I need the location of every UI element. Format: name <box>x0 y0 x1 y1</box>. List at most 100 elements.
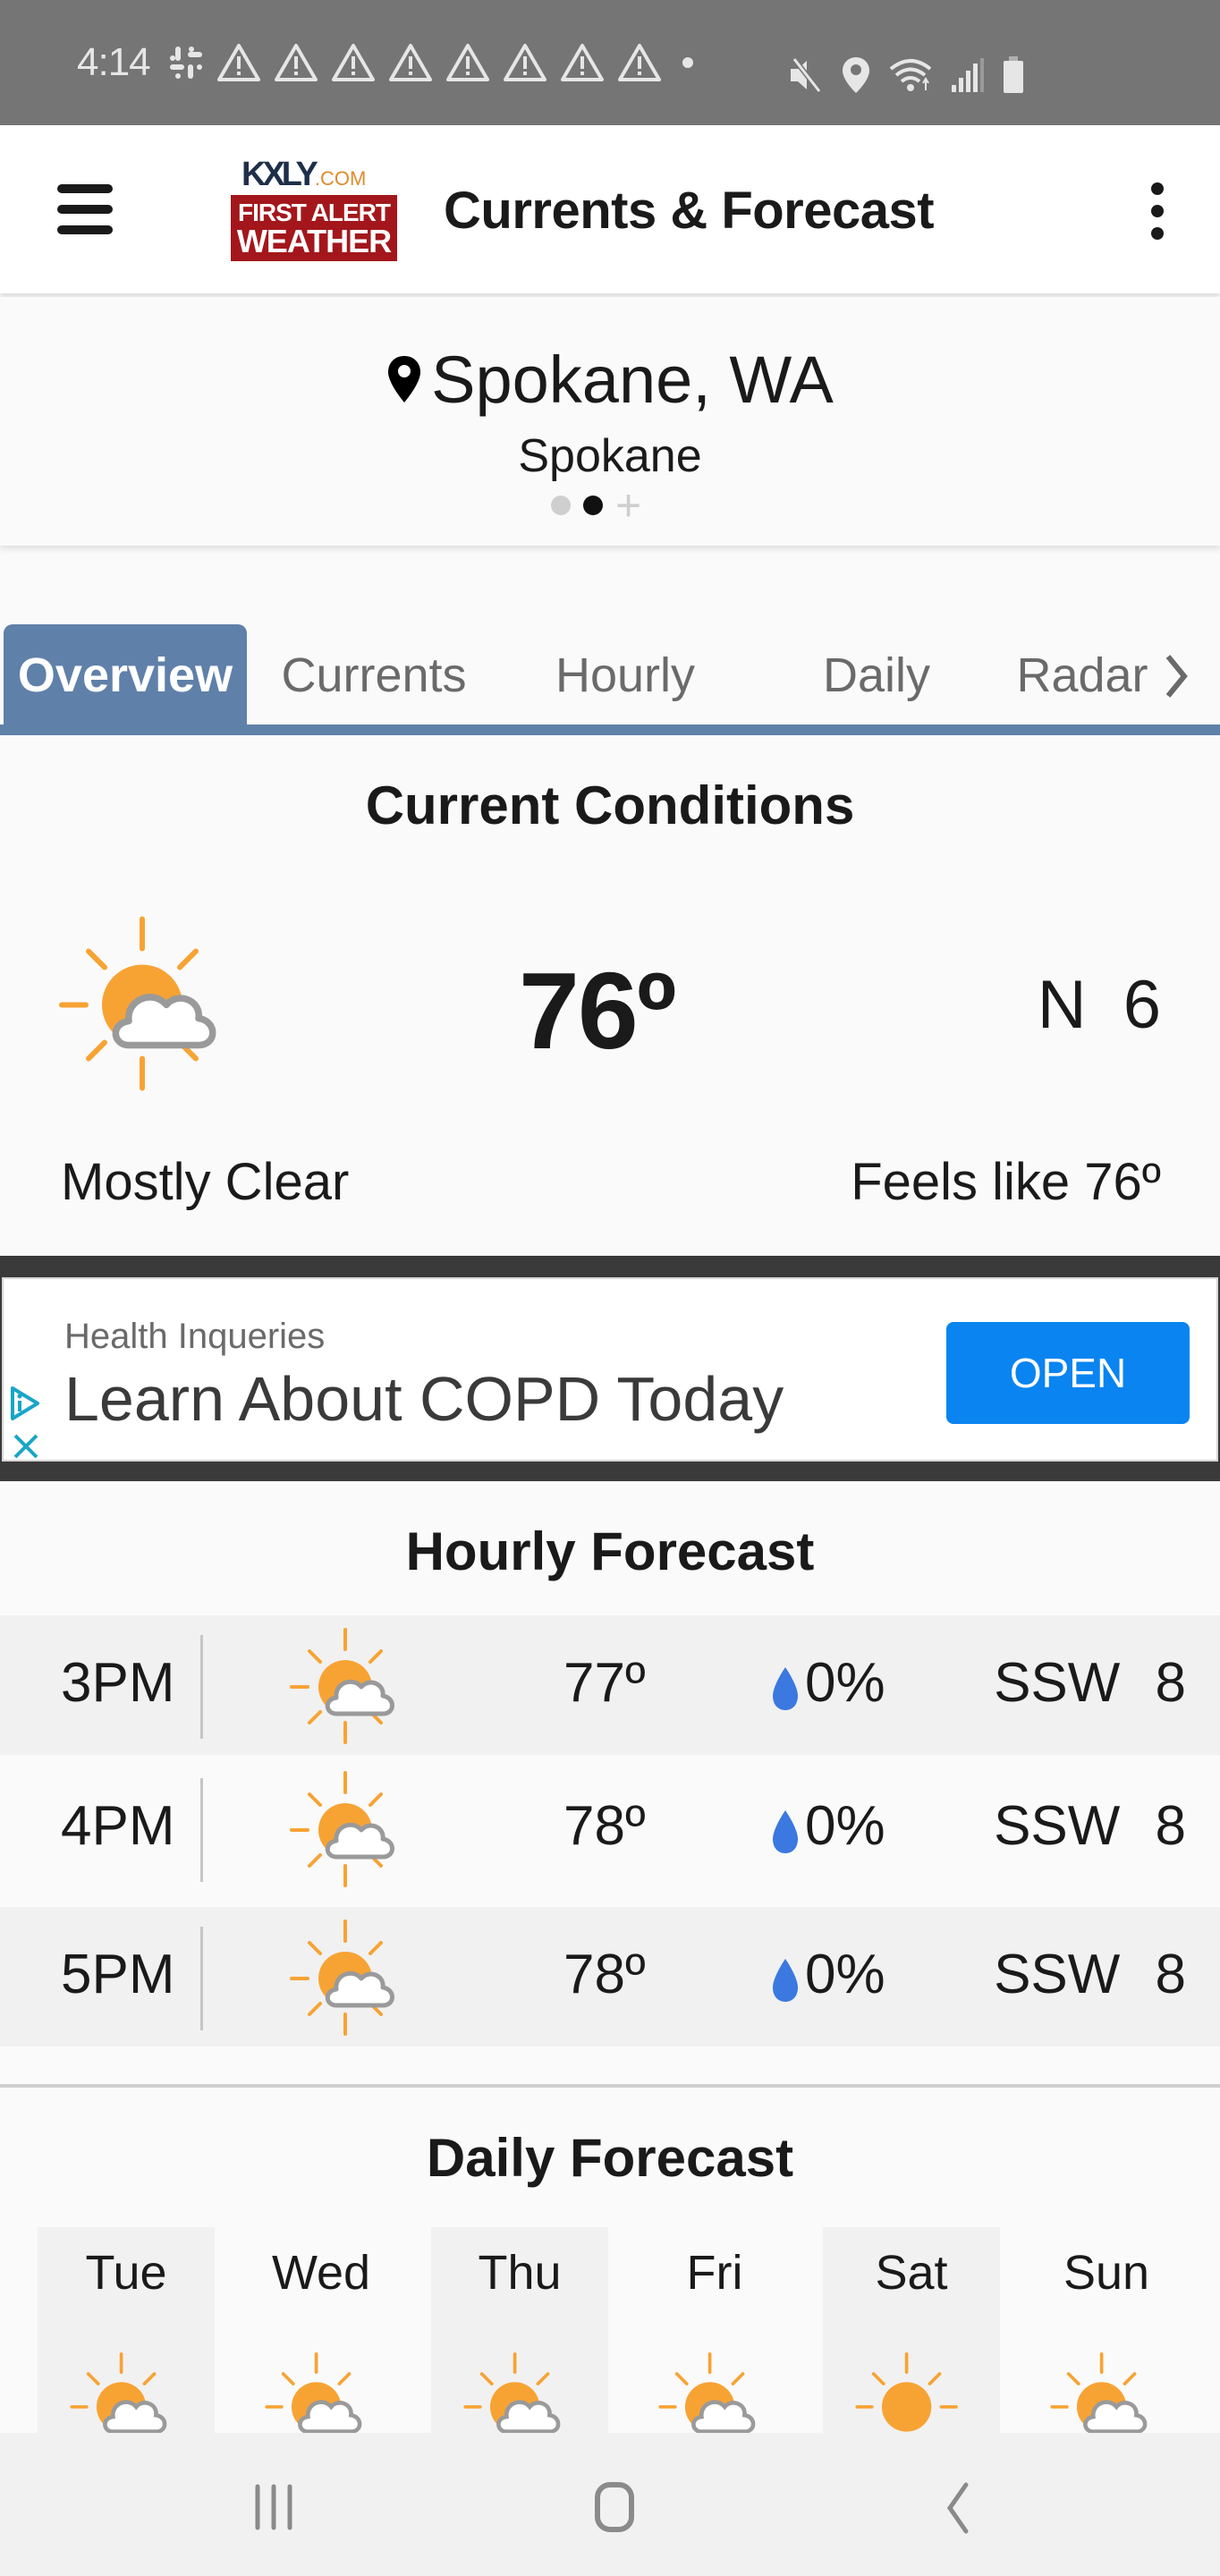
warning-icon <box>274 44 318 81</box>
hourly-row[interactable]: 3PM 77º 0% SSW 8 <box>0 1615 1220 1755</box>
status-time: 4:14 <box>77 40 151 84</box>
status-bar: 4:14 <box>0 0 1220 125</box>
logo-line-2: WEATHER <box>236 223 392 259</box>
hourly-forecast-title: Hourly Forecast <box>405 1521 815 1581</box>
feels-like: Feels like 76º <box>851 1153 1161 1211</box>
mute-icon <box>791 57 822 93</box>
hourly-temp: 78º <box>563 1944 646 2005</box>
hourly-time: 3PM <box>61 1652 175 1714</box>
current-conditions-title: Current Conditions <box>365 775 855 835</box>
daily-item[interactable]: Fri <box>626 2227 803 2434</box>
daily-item[interactable]: Wed <box>233 2227 410 2434</box>
current-temperature: 76º <box>519 950 676 1072</box>
daily-day: Wed <box>271 2246 371 2300</box>
section-divider <box>0 2084 1220 2088</box>
hourly-wind: SSW 8 <box>994 1795 1186 1857</box>
hourly-temp: 78º <box>563 1795 646 1857</box>
tab-currents[interactable]: Currents <box>259 624 488 726</box>
partly-sunny-icon <box>290 1919 394 2036</box>
app-bar: KXLY.COM FIRST ALERT WEATHER Currents & … <box>0 125 1220 293</box>
location-title: Spokane, WA <box>431 343 834 417</box>
daily-day: Fri <box>686 2246 743 2300</box>
ad-banner: Health Inqueries Learn About COPD Today … <box>0 1256 1220 1481</box>
daily-forecast-title: Daily Forecast <box>426 2128 794 2188</box>
home-icon[interactable] <box>580 2478 651 2537</box>
hourly-precip: 0% <box>805 1795 885 1857</box>
back-icon[interactable] <box>921 2478 993 2537</box>
hourly-precip: 0% <box>805 1944 885 2005</box>
wifi-icon <box>889 59 932 91</box>
recent-apps-icon[interactable] <box>240 2478 311 2537</box>
daily-item[interactable]: Sat <box>823 2227 1000 2433</box>
ad-content[interactable]: Health Inqueries Learn About COPD Today … <box>2 1277 1218 1462</box>
hourly-row[interactable]: 5PM 78º 0% SSW 8 <box>0 1907 1220 2046</box>
slack-icon <box>169 47 202 79</box>
daily-day: Thu <box>478 2246 562 2300</box>
warning-icon <box>445 44 489 81</box>
ad-choices-icon[interactable] <box>9 1383 41 1424</box>
location-icon <box>843 57 869 93</box>
notification-icons <box>168 43 701 82</box>
pager-dot[interactable] <box>551 496 571 515</box>
location-title-row: Spokane, WA <box>0 342 1220 418</box>
chevron-right-icon[interactable] <box>1159 651 1195 701</box>
ad-close-icon[interactable] <box>11 1431 41 1462</box>
page-title: Currents & Forecast <box>444 182 935 240</box>
more-options-icon[interactable] <box>1145 182 1170 240</box>
hourly-time: 4PM <box>61 1795 175 1857</box>
current-wind: N 6 <box>1037 967 1161 1043</box>
location-pin-icon <box>388 356 421 402</box>
location-pager[interactable]: + <box>551 483 641 528</box>
warning-icon <box>388 44 432 81</box>
divider <box>200 1635 203 1739</box>
tab-overview[interactable]: Overview <box>4 624 247 726</box>
battery-icon <box>1004 56 1023 93</box>
tab-bar: Overview Currents Hourly Daily Radar <box>0 624 1220 735</box>
warning-icon <box>216 44 260 81</box>
location-subtitle: Spokane <box>518 430 702 482</box>
tab-daily[interactable]: Daily <box>787 624 966 726</box>
hourly-precip: 0% <box>805 1652 885 1714</box>
warning-icon <box>503 44 546 81</box>
divider <box>200 1927 203 2030</box>
system-icons <box>787 55 1025 95</box>
signal-icon <box>952 58 984 92</box>
add-location-icon[interactable]: + <box>615 483 641 528</box>
hourly-time: 5PM <box>61 1944 175 2005</box>
system-navigation-bar <box>0 2433 1220 2576</box>
kxly-first-alert-weather-logo: KXLY.COM FIRST ALERT WEATHER <box>231 157 397 261</box>
tab-radar[interactable]: Radar <box>1002 624 1163 726</box>
logo-top-text: KXLY <box>241 156 318 193</box>
precipitation-drop-icon <box>773 1810 798 1853</box>
daily-item[interactable]: Thu <box>431 2227 608 2434</box>
daily-item[interactable]: Tue <box>38 2227 215 2434</box>
logo-top-suffix: .COM <box>314 167 367 190</box>
current-condition: Mostly Clear <box>61 1153 350 1211</box>
warning-icon <box>560 44 604 81</box>
daily-day: Sun <box>1063 2246 1150 2300</box>
partly-sunny-icon <box>59 916 216 1091</box>
tab-hourly[interactable]: Hourly <box>524 624 726 726</box>
ad-source: Health Inqueries <box>64 1317 326 1356</box>
logo-line-1: FIRST ALERT <box>238 199 391 226</box>
daily-day: Tue <box>85 2246 167 2300</box>
dot-icon <box>682 57 693 68</box>
location-card[interactable]: Spokane, WA Spokane + <box>0 297 1220 546</box>
partly-sunny-icon <box>290 1628 394 1744</box>
warning-icon <box>331 44 375 81</box>
precipitation-drop-icon <box>773 1959 798 2002</box>
partly-sunny-icon <box>290 1771 394 1887</box>
hourly-temp: 77º <box>563 1652 646 1714</box>
daily-day: Sat <box>875 2246 948 2300</box>
menu-icon[interactable] <box>57 184 113 234</box>
precipitation-drop-icon <box>773 1667 798 1710</box>
ad-headline[interactable]: Learn About COPD Today <box>64 1363 784 1435</box>
divider <box>200 1778 203 1882</box>
tab-indicator-bar <box>0 724 1220 735</box>
hourly-row[interactable]: 4PM 78º 0% SSW 8 <box>0 1758 1220 1898</box>
ad-open-button[interactable]: OPEN <box>946 1322 1190 1424</box>
pager-dot-active[interactable] <box>583 496 603 515</box>
daily-item[interactable]: Sun <box>1018 2227 1195 2434</box>
warning-icon <box>617 44 661 81</box>
hourly-wind: SSW 8 <box>994 1652 1186 1714</box>
